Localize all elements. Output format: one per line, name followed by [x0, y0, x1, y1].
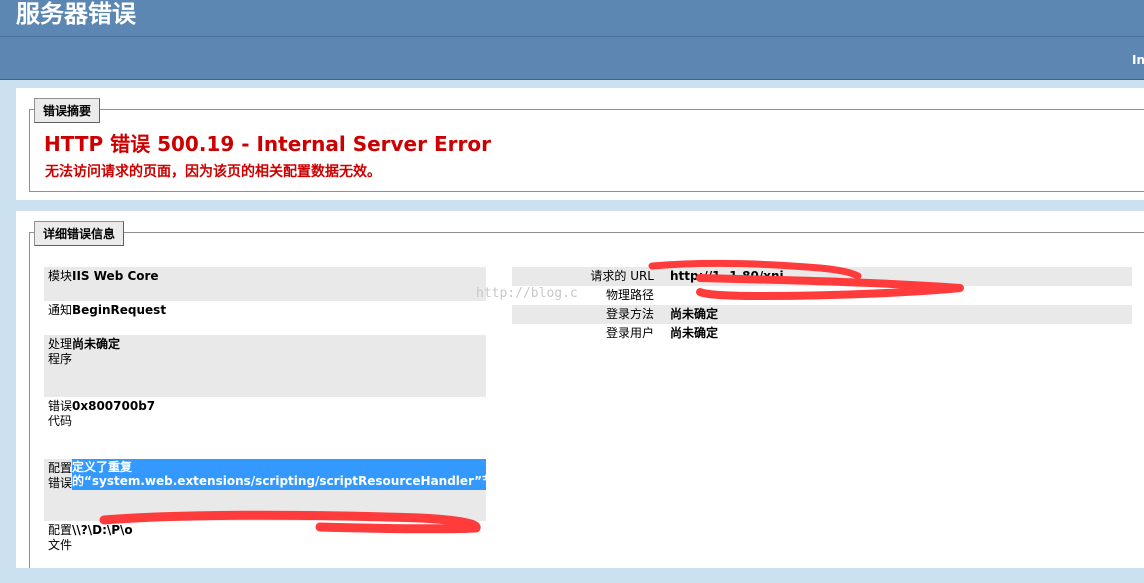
row-label-notification: 通知	[48, 303, 73, 317]
table-row: 请求的 URL http://1 .1.80/xnj	[512, 267, 1132, 286]
error-summary-legend: 错误摘要	[34, 98, 101, 123]
selected-text[interactable]: 定义了重复 的“system.web.extensions/scripting/…	[72, 459, 486, 490]
row-value-physical-path	[670, 286, 1132, 305]
server-name: In	[1132, 53, 1144, 67]
watermark: http://blog.c	[476, 286, 578, 301]
row-value-url: http://1 .1.80/xnj	[670, 269, 784, 283]
row-label-logon-user: 登录用户	[605, 326, 654, 340]
table-row: 登录方法 尚未确定	[512, 305, 1132, 324]
row-value-logon-method: 尚未确定	[670, 307, 719, 321]
row-value-config-file: \\?\D:\P\o	[72, 523, 133, 537]
error-title: HTTP 错误 500.19 - Internal Server Error	[44, 132, 491, 156]
table-row: 模块 IIS Web Core	[44, 267, 486, 301]
row-value-logon-user: 尚未确定	[670, 326, 719, 340]
row-label-handler: 处理程序	[48, 337, 73, 366]
row-value-error-code: 0x800700b7	[72, 399, 156, 413]
row-label-logon-method: 登录方法	[605, 307, 654, 321]
table-row: 配置文件 \\?\D:\P\o	[44, 521, 486, 583]
error-summary-panel: 错误摘要 HTTP 错误 500.19 - Internal Server Er…	[16, 88, 1144, 200]
page-title: 服务器错误	[16, 0, 136, 28]
row-label-error-code: 错误代码	[48, 399, 73, 428]
page-header: 服务器错误	[0, 0, 1144, 36]
row-value-notification: BeginRequest	[72, 303, 167, 317]
table-row: 处理程序 尚未确定	[44, 335, 486, 397]
table-row: 配置错误 定义了重复 的“system.web.extensions/scrip…	[44, 459, 486, 521]
error-subtitle: 无法访问请求的页面，因为该页的相关配置数据无效。	[45, 164, 381, 180]
row-label-config-error: 配置错误	[48, 461, 73, 490]
error-summary-fieldset: 错误摘要 HTTP 错误 500.19 - Internal Server Er…	[29, 98, 1144, 192]
config-error-line2: 的“system.web.extensions/scripting/script…	[72, 474, 486, 488]
table-row: 登录用户 尚未确定	[512, 324, 1132, 343]
row-label-url: 请求的 URL	[590, 269, 654, 283]
row-label-config-file: 配置文件	[48, 523, 73, 552]
table-row: 通知 BeginRequest	[44, 301, 486, 335]
server-bar: In	[0, 36, 1144, 80]
row-value-config-error[interactable]: 定义了重复 的“system.web.extensions/scripting/…	[72, 459, 486, 521]
row-label-module: 模块	[48, 269, 73, 283]
request-info-table: 请求的 URL http://1 .1.80/xnj 物理路径 登录方法 尚未确…	[512, 267, 1132, 343]
detailed-error-fieldset: 详细错误信息 模块 IIS Web Core 通知 BeginRequest 处…	[29, 221, 1144, 568]
row-value-handler: 尚未确定	[72, 337, 121, 351]
row-value-module: IIS Web Core	[72, 269, 159, 283]
config-error-line1: 定义了重复	[72, 460, 133, 474]
table-row: 物理路径	[512, 286, 1132, 305]
detailed-error-panel: 详细错误信息 模块 IIS Web Core 通知 BeginRequest 处…	[16, 211, 1144, 568]
table-row: 错误代码 0x800700b7	[44, 397, 486, 459]
detailed-error-legend: 详细错误信息	[34, 221, 125, 246]
error-detail-table: 模块 IIS Web Core 通知 BeginRequest 处理程序 尚未确…	[44, 267, 486, 583]
